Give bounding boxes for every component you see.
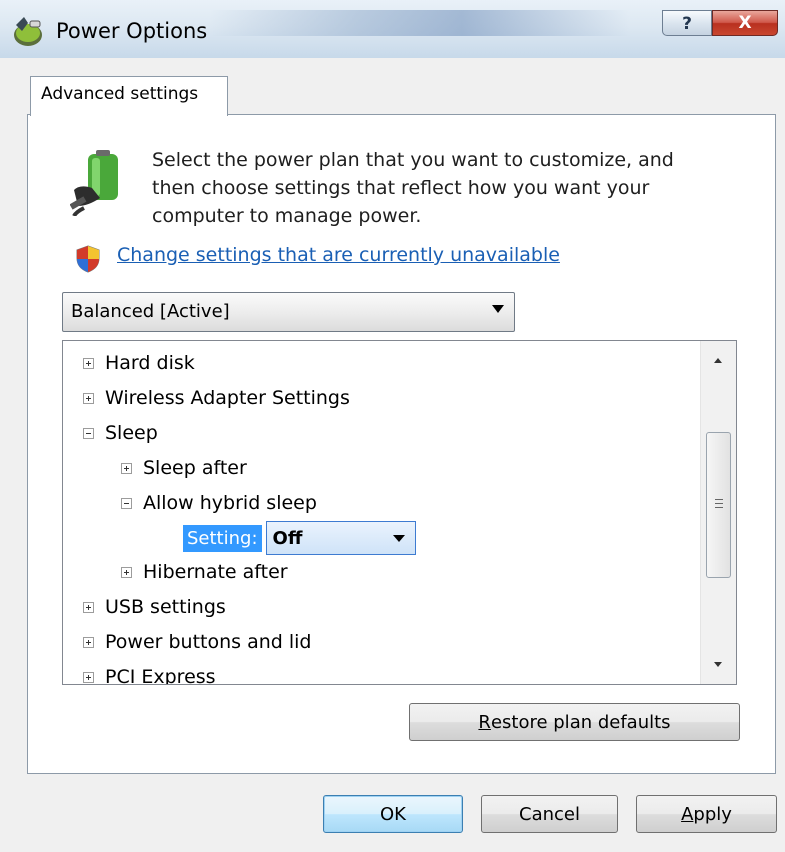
tree-item-usb-settings[interactable]: USB settings bbox=[83, 591, 226, 623]
hybrid-sleep-setting-row: Setting: Off bbox=[183, 521, 416, 555]
help-button[interactable]: ? bbox=[662, 10, 712, 36]
settings-tree[interactable]: Hard disk Wireless Adapter Settings Slee… bbox=[62, 340, 737, 685]
help-icon: ? bbox=[682, 14, 692, 34]
tree-item-label: Sleep after bbox=[143, 457, 247, 479]
uac-shield-icon bbox=[76, 245, 100, 273]
description-text: Select the power plan that you want to c… bbox=[152, 146, 752, 230]
tree-item-power-buttons[interactable]: Power buttons and lid bbox=[83, 626, 312, 658]
tree-item-hibernate-after[interactable]: Hibernate after bbox=[121, 556, 288, 588]
tree-item-label: Wireless Adapter Settings bbox=[105, 387, 350, 409]
tree-item-label: Power buttons and lid bbox=[105, 631, 312, 653]
chevron-down-icon bbox=[392, 535, 405, 542]
apply-label: pply bbox=[693, 803, 732, 825]
collapse-icon[interactable] bbox=[121, 497, 132, 509]
tree-item-pci-express[interactable]: PCI Express bbox=[83, 661, 216, 685]
setting-label: Setting: bbox=[183, 524, 262, 552]
scroll-up-icon[interactable] bbox=[714, 358, 722, 363]
scroll-down-icon[interactable] bbox=[714, 662, 722, 667]
scrollbar-thumb[interactable] bbox=[706, 432, 731, 578]
cancel-button[interactable]: Cancel bbox=[481, 795, 618, 833]
cancel-label: Cancel bbox=[519, 803, 580, 825]
chevron-down-icon bbox=[492, 305, 504, 313]
tree-item-label: PCI Express bbox=[105, 666, 216, 685]
apply-button[interactable]: Apply bbox=[636, 795, 777, 833]
close-button[interactable]: X bbox=[712, 10, 778, 36]
restore-label-mnemonic: R bbox=[478, 711, 491, 733]
tree-item-wireless-adapter[interactable]: Wireless Adapter Settings bbox=[83, 382, 350, 414]
expand-icon[interactable] bbox=[83, 357, 94, 369]
expand-icon[interactable] bbox=[121, 462, 132, 474]
tree-scrollbar[interactable] bbox=[700, 341, 736, 684]
apply-label-mnemonic: A bbox=[681, 803, 694, 825]
tree-item-allow-hybrid-sleep[interactable]: Allow hybrid sleep bbox=[121, 487, 317, 519]
title-bar[interactable]: Power Options ? X bbox=[0, 0, 785, 58]
tree-item-label: USB settings bbox=[105, 596, 226, 618]
ok-button[interactable]: OK bbox=[323, 795, 463, 833]
restore-plan-defaults-button[interactable]: Restore plan defaults bbox=[409, 703, 740, 741]
tree-item-label: Allow hybrid sleep bbox=[143, 492, 317, 514]
power-plan-select[interactable]: Balanced [Active] bbox=[62, 292, 515, 332]
tree-item-hard-disk[interactable]: Hard disk bbox=[83, 347, 195, 379]
tree-content: Hard disk Wireless Adapter Settings Slee… bbox=[63, 341, 703, 685]
description-line: then choose settings that reflect how yo… bbox=[152, 177, 650, 199]
expand-icon[interactable] bbox=[121, 566, 132, 578]
power-plan-value: Balanced [Active] bbox=[71, 301, 230, 322]
expand-icon[interactable] bbox=[83, 671, 94, 683]
ok-label: OK bbox=[380, 803, 406, 825]
expand-icon[interactable] bbox=[83, 636, 94, 648]
grip-line bbox=[715, 503, 723, 504]
description-line: Select the power plan that you want to c… bbox=[152, 149, 674, 171]
description-line: computer to manage power. bbox=[152, 205, 422, 227]
tab-label: Advanced settings bbox=[41, 84, 199, 104]
tree-item-sleep-after[interactable]: Sleep after bbox=[121, 452, 247, 484]
restore-label: estore plan defaults bbox=[490, 711, 671, 733]
power-options-icon bbox=[14, 17, 42, 46]
collapse-icon[interactable] bbox=[83, 427, 94, 439]
window-title: Power Options bbox=[56, 19, 208, 43]
tree-item-label: Hard disk bbox=[105, 352, 195, 374]
grip-line bbox=[715, 507, 723, 508]
power-plug-icon bbox=[70, 150, 118, 216]
tab-advanced-settings[interactable]: Advanced settings bbox=[30, 76, 228, 116]
expand-icon[interactable] bbox=[83, 601, 94, 613]
tree-item-sleep[interactable]: Sleep bbox=[83, 417, 158, 449]
power-options-window: Power Options ? X Advanced settings Sele… bbox=[0, 0, 785, 852]
change-settings-link[interactable]: Change settings that are currently unava… bbox=[117, 244, 560, 266]
tree-item-label: Sleep bbox=[105, 422, 158, 444]
close-icon: X bbox=[738, 13, 752, 33]
tree-item-label: Hibernate after bbox=[143, 561, 288, 583]
expand-icon[interactable] bbox=[83, 392, 94, 404]
hybrid-sleep-value: Off bbox=[272, 528, 303, 549]
hybrid-sleep-select[interactable]: Off bbox=[265, 521, 416, 555]
grip-line bbox=[715, 499, 723, 500]
title-bar-glass bbox=[210, 10, 630, 36]
